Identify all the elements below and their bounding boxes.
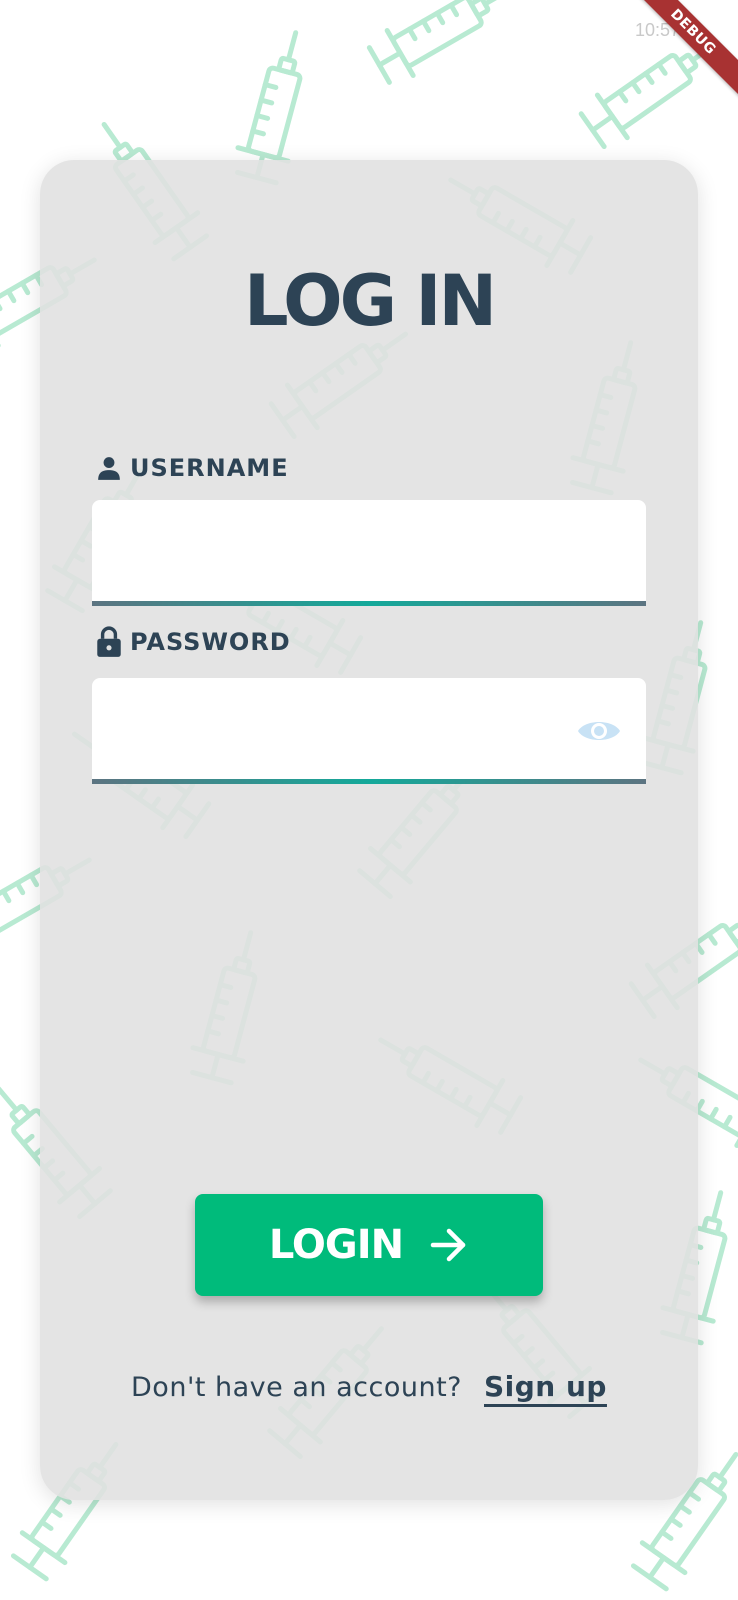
debug-banner: DEBUG bbox=[618, 0, 738, 120]
login-button-label: LOGIN bbox=[268, 1222, 404, 1268]
arrow-right-icon bbox=[430, 1228, 466, 1262]
signup-question: Don't have an account? bbox=[131, 1372, 462, 1403]
password-label: PASSWORD bbox=[96, 626, 291, 658]
username-field[interactable] bbox=[92, 500, 646, 606]
eye-icon[interactable] bbox=[576, 716, 622, 746]
login-card: LOG IN USERNAME PASSWORD LOGIN Don't hav… bbox=[40, 160, 698, 1500]
password-field[interactable] bbox=[92, 678, 646, 784]
password-input[interactable] bbox=[108, 698, 572, 756]
username-label: USERNAME bbox=[96, 454, 289, 482]
page-title: LOG IN bbox=[243, 260, 497, 342]
login-button[interactable]: LOGIN bbox=[195, 1194, 543, 1296]
debug-banner-label: DEBUG bbox=[624, 0, 738, 101]
person-icon bbox=[98, 457, 120, 480]
signup-link[interactable]: Sign up bbox=[484, 1370, 607, 1403]
password-label-text: PASSWORD bbox=[130, 628, 291, 656]
syringe-icon bbox=[366, 0, 522, 88]
username-input[interactable] bbox=[108, 520, 572, 578]
lock-icon bbox=[97, 626, 121, 657]
username-label-text: USERNAME bbox=[130, 454, 289, 482]
signup-prompt: Don't have an account? Sign up bbox=[40, 1370, 698, 1403]
